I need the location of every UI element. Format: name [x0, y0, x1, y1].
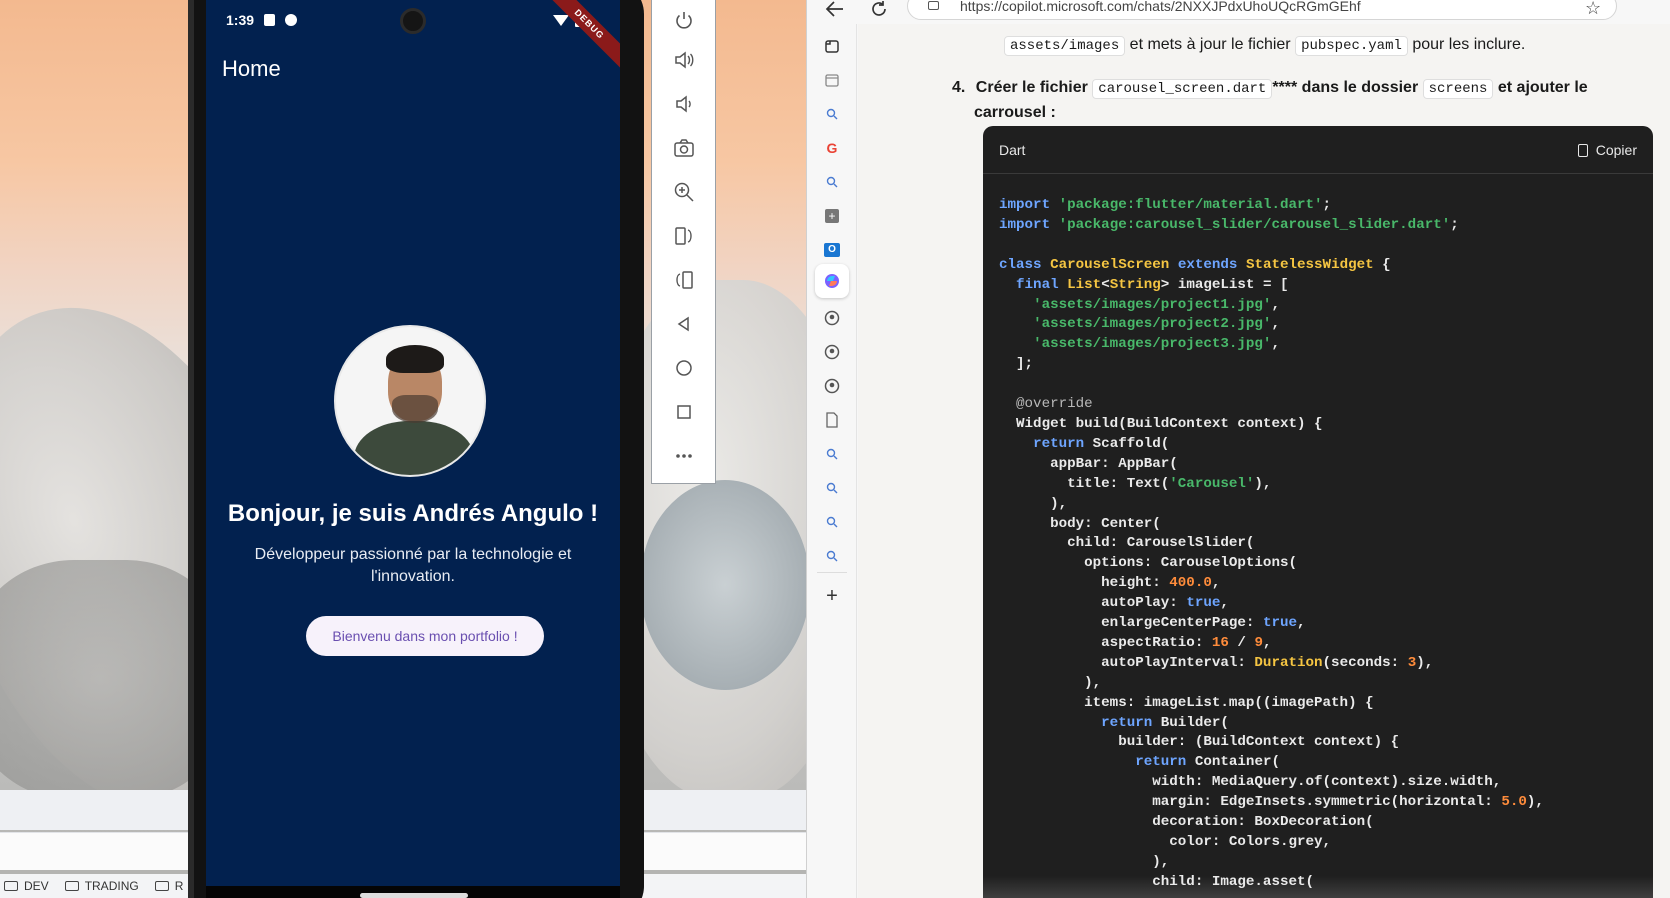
arrow-left-icon: [825, 1, 843, 17]
power-button[interactable]: [652, 0, 715, 40]
screenshot-button[interactable]: [652, 128, 715, 168]
camera-icon: [673, 139, 694, 157]
rotate-right-icon: [675, 271, 693, 289]
back-nav-button[interactable]: [823, 0, 847, 20]
browser-sidebar: G + O +: [807, 24, 857, 898]
code-content: import 'package:flutter/material.dart'; …: [999, 197, 1544, 890]
url-field[interactable]: https://copilot.microsoft.com/chats/2NXX…: [907, 0, 1617, 20]
github-icon[interactable]: [820, 340, 844, 364]
history-icon[interactable]: [820, 68, 844, 92]
wifi-icon: [553, 14, 569, 26]
zoom-button[interactable]: [652, 172, 715, 212]
lock-icon: [928, 1, 939, 10]
home-indicator[interactable]: [360, 893, 468, 898]
app-bar-title: Home: [222, 56, 281, 81]
wallpaper-water: [640, 480, 806, 690]
google-icon[interactable]: G: [820, 136, 844, 160]
inline-code: screens: [1422, 79, 1494, 99]
volume-down-button[interactable]: [652, 84, 715, 124]
add-icon[interactable]: +: [820, 204, 844, 228]
screen: DEV TRADING R 1:39 DEBUG Home Bonjour, j…: [0, 0, 1670, 898]
search-icon[interactable]: [820, 102, 844, 126]
document-icon[interactable]: [820, 408, 844, 432]
step-4-instruction: 4. Créer le fichier carousel_screen.dart…: [952, 79, 1588, 121]
outlook-icon[interactable]: O: [820, 238, 844, 262]
chat-content: assets/images et mets à jour le fichier …: [858, 24, 1670, 898]
overview-icon: [676, 405, 691, 419]
avatar-shirt: [354, 421, 474, 475]
code-block: Dart Copier import 'package:flutter/mate…: [983, 126, 1653, 898]
copy-button[interactable]: Copier: [1577, 142, 1637, 158]
rotate-right-button[interactable]: [652, 260, 715, 300]
bookmark-folder-trading[interactable]: TRADING: [64, 879, 139, 893]
overview-button[interactable]: [652, 392, 715, 432]
inline-code: carousel_screen.dart: [1092, 79, 1273, 99]
phone-screen: 1:39 DEBUG Home Bonjour, je suis Andrés …: [206, 0, 620, 886]
bookmark-folder-dev[interactable]: DEV: [4, 879, 49, 893]
favorite-star-icon[interactable]: ☆: [1585, 0, 1601, 19]
sidebar-divider: [817, 572, 847, 573]
greeting-heading: Bonjour, je suis Andrés Angulo !: [227, 500, 599, 527]
search-icon[interactable]: [820, 476, 844, 500]
inline-code: pubspec.yaml: [1295, 36, 1408, 56]
refresh-icon: [872, 1, 886, 16]
refresh-button[interactable]: [867, 0, 891, 20]
portfolio-button[interactable]: Bienvenu dans mon portfolio !: [306, 616, 544, 656]
emulator-toolbar: [651, 0, 716, 484]
sync-icon: [285, 14, 298, 26]
back-button[interactable]: [652, 304, 715, 344]
search-icon[interactable]: [820, 170, 844, 194]
folder-icon: [4, 881, 18, 891]
volume-down-icon: [675, 95, 691, 113]
rotate-left-icon: [674, 227, 692, 245]
avatar-beard: [392, 395, 438, 423]
previous-instruction-line: assets/images et mets à jour le fichier …: [1004, 36, 1525, 56]
avatar-hair: [386, 345, 444, 373]
browser-window: https://copilot.microsoft.com/chats/2NXX…: [806, 0, 1670, 898]
plus-icon[interactable]: +: [820, 584, 844, 608]
search-icon[interactable]: [820, 510, 844, 534]
sd-card-icon: [264, 14, 276, 26]
more-button[interactable]: [652, 436, 715, 476]
more-icon: [675, 454, 692, 458]
inline-code: assets/images: [1004, 36, 1126, 56]
copilot-icon[interactable]: [815, 264, 849, 298]
back-icon: [677, 316, 689, 332]
address-bar-row: https://copilot.microsoft.com/chats/2NXX…: [807, 0, 1670, 24]
folder-icon: [154, 881, 169, 891]
volume-up-icon: [674, 51, 693, 69]
zoom-in-icon: [674, 182, 694, 202]
bookmark-folder-r[interactable]: R: [154, 879, 183, 893]
greeting-subtitle: Développeur passionné par la technologie…: [254, 546, 572, 585]
code-fade-overlay: [983, 876, 1653, 898]
code-language: Dart: [999, 142, 1026, 158]
home-icon: [675, 360, 692, 376]
copy-icon: [1577, 143, 1588, 157]
folder-icon: [64, 881, 79, 891]
url-text: https://copilot.microsoft.com/chats/2NXX…: [960, 0, 1361, 14]
front-camera: [400, 8, 426, 34]
search-icon[interactable]: [820, 544, 844, 568]
phone-edge: [188, 0, 194, 898]
github-icon[interactable]: [820, 306, 844, 330]
volume-up-button[interactable]: [652, 40, 715, 80]
code-block-header: Dart Copier: [983, 126, 1653, 174]
power-icon: [675, 12, 692, 29]
status-time: 1:39: [226, 12, 255, 28]
search-icon[interactable]: [820, 442, 844, 466]
github-icon[interactable]: [820, 374, 844, 398]
tabs-icon[interactable]: [820, 34, 844, 58]
profile-avatar: [334, 325, 486, 477]
home-button[interactable]: [652, 348, 715, 388]
rotate-left-button[interactable]: [652, 216, 715, 256]
